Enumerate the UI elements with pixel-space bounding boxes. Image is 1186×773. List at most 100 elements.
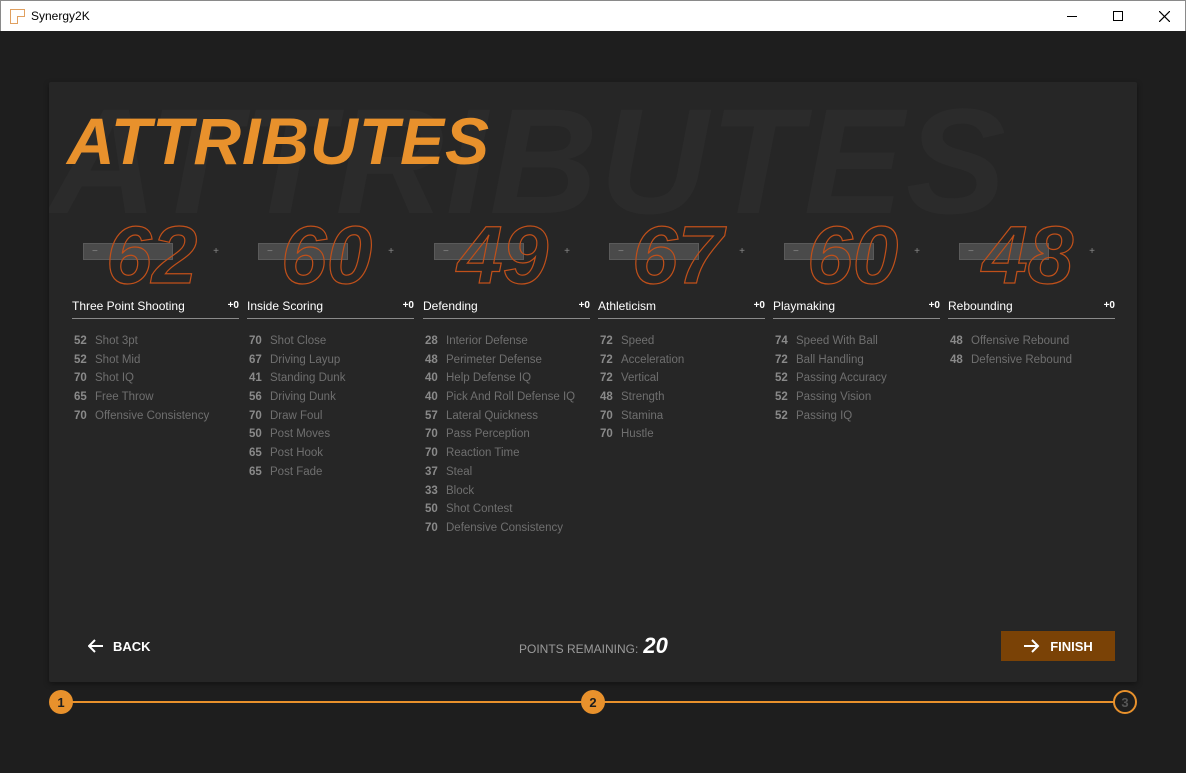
attribute-value: 57 bbox=[425, 409, 438, 422]
attribute-value: 70 bbox=[74, 409, 87, 422]
minimize-button[interactable] bbox=[1049, 1, 1095, 31]
attribute-value: 70 bbox=[425, 447, 438, 460]
attribute-name: Interior Defense bbox=[446, 335, 528, 347]
step-1[interactable]: 1 bbox=[49, 690, 73, 714]
increase-button[interactable]: + bbox=[1087, 243, 1097, 260]
attribute-value: 67 bbox=[249, 353, 262, 366]
category-delta: +0 bbox=[928, 300, 940, 311]
attribute-name: Standing Dunk bbox=[270, 372, 346, 385]
attribute-name: Driving Dunk bbox=[270, 391, 336, 404]
category-header: Playmaking +0 bbox=[773, 297, 940, 319]
attribute-row: 48 Strength bbox=[600, 391, 684, 410]
attribute-value: 74 bbox=[775, 335, 788, 347]
attribute-list: 28 Interior Defense 48 Perimeter Defense 40 H… bbox=[425, 335, 575, 541]
arrow-right-icon bbox=[1024, 639, 1040, 653]
attribute-value: 70 bbox=[249, 335, 262, 347]
step-connector-2 bbox=[604, 701, 1114, 703]
back-button[interactable]: BACK bbox=[88, 635, 151, 657]
attribute-value: 70 bbox=[249, 409, 262, 422]
attribute-row: 70 Shot IQ bbox=[74, 372, 209, 391]
attribute-name: Speed With Ball bbox=[796, 335, 878, 347]
increase-button[interactable]: + bbox=[386, 243, 396, 260]
attribute-value: 70 bbox=[600, 409, 613, 422]
attribute-name: Passing IQ bbox=[796, 409, 853, 422]
attribute-value: 52 bbox=[775, 409, 788, 422]
category-name: Defending bbox=[423, 299, 478, 313]
attribute-name: Steal bbox=[446, 465, 473, 478]
attribute-name: Lateral Quickness bbox=[446, 409, 539, 422]
title-bar: Synergy2K bbox=[0, 0, 1186, 31]
attribute-name: Driving Layup bbox=[270, 353, 341, 366]
step-3[interactable]: 3 bbox=[1113, 690, 1137, 714]
finish-button[interactable]: FINISH bbox=[1001, 631, 1115, 661]
category-overall: 49 bbox=[456, 210, 549, 301]
page-title: ATTRIBUTES bbox=[67, 104, 491, 178]
attribute-row: 52 Passing Accuracy bbox=[775, 372, 887, 391]
attribute-row: 40 Help Defense IQ bbox=[425, 372, 575, 391]
attribute-row: 52 Shot 3pt bbox=[74, 335, 209, 354]
category-header: Inside Scoring +0 bbox=[247, 297, 414, 319]
attribute-row: 65 Post Hook bbox=[249, 447, 345, 466]
attribute-name: Reaction Time bbox=[446, 447, 520, 460]
attribute-name: Pick And Roll Defense IQ bbox=[446, 391, 576, 404]
window-title: Synergy2K bbox=[31, 9, 90, 23]
attribute-value: 48 bbox=[600, 391, 613, 404]
maximize-button[interactable] bbox=[1095, 1, 1141, 31]
category-name: Athleticism bbox=[598, 299, 657, 313]
attribute-name: Post Hook bbox=[270, 447, 324, 460]
attribute-row: 48 Defensive Rebound bbox=[950, 354, 1072, 373]
attribute-name: Vertical bbox=[621, 372, 659, 385]
attribute-value: 56 bbox=[249, 391, 262, 404]
increase-button[interactable]: + bbox=[562, 243, 572, 260]
category-overall: 67 bbox=[631, 210, 724, 301]
back-label: BACK bbox=[113, 638, 151, 654]
category-name: Playmaking bbox=[773, 299, 836, 313]
attribute-value: 65 bbox=[249, 465, 262, 478]
increase-button[interactable]: + bbox=[737, 243, 747, 260]
attribute-row: 70 Draw Foul bbox=[249, 410, 345, 429]
attribute-row: 37 Steal bbox=[425, 466, 575, 485]
attribute-name: Help Defense IQ bbox=[446, 372, 532, 385]
category-delta: +0 bbox=[1103, 300, 1115, 311]
attribute-name: Offensive Rebound bbox=[971, 335, 1070, 347]
finish-label: FINISH bbox=[1050, 638, 1093, 654]
attribute-row: 70 Reaction Time bbox=[425, 447, 575, 466]
attribute-name: Shot Close bbox=[270, 335, 327, 347]
increase-button[interactable]: + bbox=[912, 243, 922, 260]
attribute-row: 28 Interior Defense bbox=[425, 335, 575, 354]
attribute-row: 56 Driving Dunk bbox=[249, 391, 345, 410]
close-button[interactable] bbox=[1141, 1, 1186, 31]
category-header: Three Point Shooting +0 bbox=[72, 297, 239, 319]
attribute-value: 65 bbox=[74, 391, 87, 404]
attribute-value: 70 bbox=[74, 372, 87, 385]
attribute-list: 70 Shot Close 67 Driving Layup 41 Standing Du… bbox=[249, 335, 345, 485]
attribute-value: 52 bbox=[775, 372, 788, 385]
attribute-row: 70 Stamina bbox=[600, 410, 684, 429]
attribute-row: 65 Free Throw bbox=[74, 391, 209, 410]
category-delta: +0 bbox=[402, 300, 414, 311]
attribute-name: Speed bbox=[621, 335, 655, 347]
attribute-name: Stamina bbox=[621, 409, 664, 422]
attribute-name: Ball Handling bbox=[796, 353, 864, 366]
step-connector-1 bbox=[72, 701, 582, 703]
attribute-value: 72 bbox=[600, 372, 613, 385]
category-header: Athleticism +0 bbox=[598, 297, 765, 319]
attribute-value: 65 bbox=[249, 447, 262, 460]
attribute-row: 67 Driving Layup bbox=[249, 354, 345, 373]
attribute-name: Post Moves bbox=[270, 428, 331, 441]
category-name: Three Point Shooting bbox=[72, 299, 185, 313]
step-2[interactable]: 2 bbox=[581, 690, 605, 714]
attribute-value: 70 bbox=[425, 428, 438, 441]
attribute-name: Block bbox=[446, 484, 475, 497]
attribute-name: Defensive Rebound bbox=[971, 353, 1073, 366]
attribute-name: Acceleration bbox=[621, 353, 685, 366]
increase-button[interactable]: + bbox=[211, 243, 221, 260]
attribute-row: 72 Acceleration bbox=[600, 354, 684, 373]
attribute-value: 40 bbox=[425, 391, 438, 404]
attribute-value: 48 bbox=[950, 353, 963, 366]
close-icon bbox=[1158, 10, 1170, 22]
attribute-value: 48 bbox=[425, 353, 438, 366]
attribute-row: 41 Standing Dunk bbox=[249, 372, 345, 391]
attribute-value: 70 bbox=[600, 428, 613, 441]
attribute-name: Post Fade bbox=[270, 465, 323, 478]
